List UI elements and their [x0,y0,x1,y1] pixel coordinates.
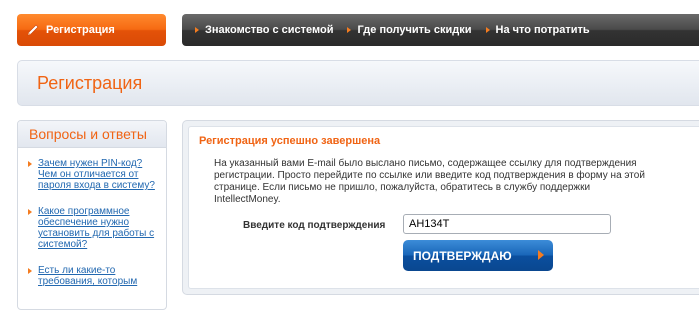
nav-item-discounts[interactable]: Где получить скидки [347,24,472,36]
nav-item-intro[interactable]: Знакомство с системой [195,24,333,36]
confirmation-message: На указанный вами E-mail было выслано пи… [214,158,645,205]
success-title: Регистрация успешно завершена [199,135,381,147]
confirm-button[interactable]: ПОДТВЕРЖДАЮ [403,240,553,271]
faq-title: Вопросы и ответы [29,126,147,142]
arrow-right-icon [195,27,199,33]
faq-link-pin[interactable]: Зачем нужен PIN-код? Чем он отличается о… [38,158,155,191]
tab-registration[interactable]: Регистрация [17,14,166,46]
registration-panel: Регистрация успешно завершена На указанн… [182,120,699,295]
code-label: Введите код подтверждения [243,220,386,231]
pencil-icon [26,23,40,37]
tab-registration-label: Регистрация [46,24,115,36]
nav-item-label: Где получить скидки [357,24,472,36]
arrow-right-icon [28,161,32,167]
faq-link-requirements[interactable]: Есть ли какие-то требования, которым [38,265,137,287]
arrow-right-icon [538,250,544,260]
arrow-right-icon [28,268,32,274]
list-item: Есть ли какие-то требования, которым [28,265,158,287]
faq-header: Вопросы и ответы [18,121,166,148]
page-header: Регистрация [17,60,699,106]
list-item: Какое программное обеспечение нужно уста… [28,206,158,250]
nav-item-label: Знакомство с системой [205,24,334,36]
faq-panel: Вопросы и ответы Зачем нужен PIN-код? Че… [17,120,167,310]
registration-content: Регистрация успешно завершена На указанн… [188,126,699,289]
list-item: Зачем нужен PIN-код? Чем он отличается о… [28,158,158,191]
nav-item-label: На что потратить [495,24,590,36]
confirmation-code-input[interactable] [403,214,611,234]
arrow-right-icon [347,27,352,33]
nav-item-spend[interactable]: На что потратить [485,24,590,36]
page-title: Регистрация [37,72,143,93]
faq-list: Зачем нужен PIN-код? Чем он отличается о… [18,148,166,287]
confirm-button-label: ПОДТВЕРЖДАЮ [413,248,512,263]
main-nav: Знакомство с системой Где получить скидк… [182,14,699,46]
arrow-right-icon [485,27,490,33]
arrow-right-icon [28,209,32,215]
faq-link-software[interactable]: Какое программное обеспечение нужно уста… [38,206,154,250]
